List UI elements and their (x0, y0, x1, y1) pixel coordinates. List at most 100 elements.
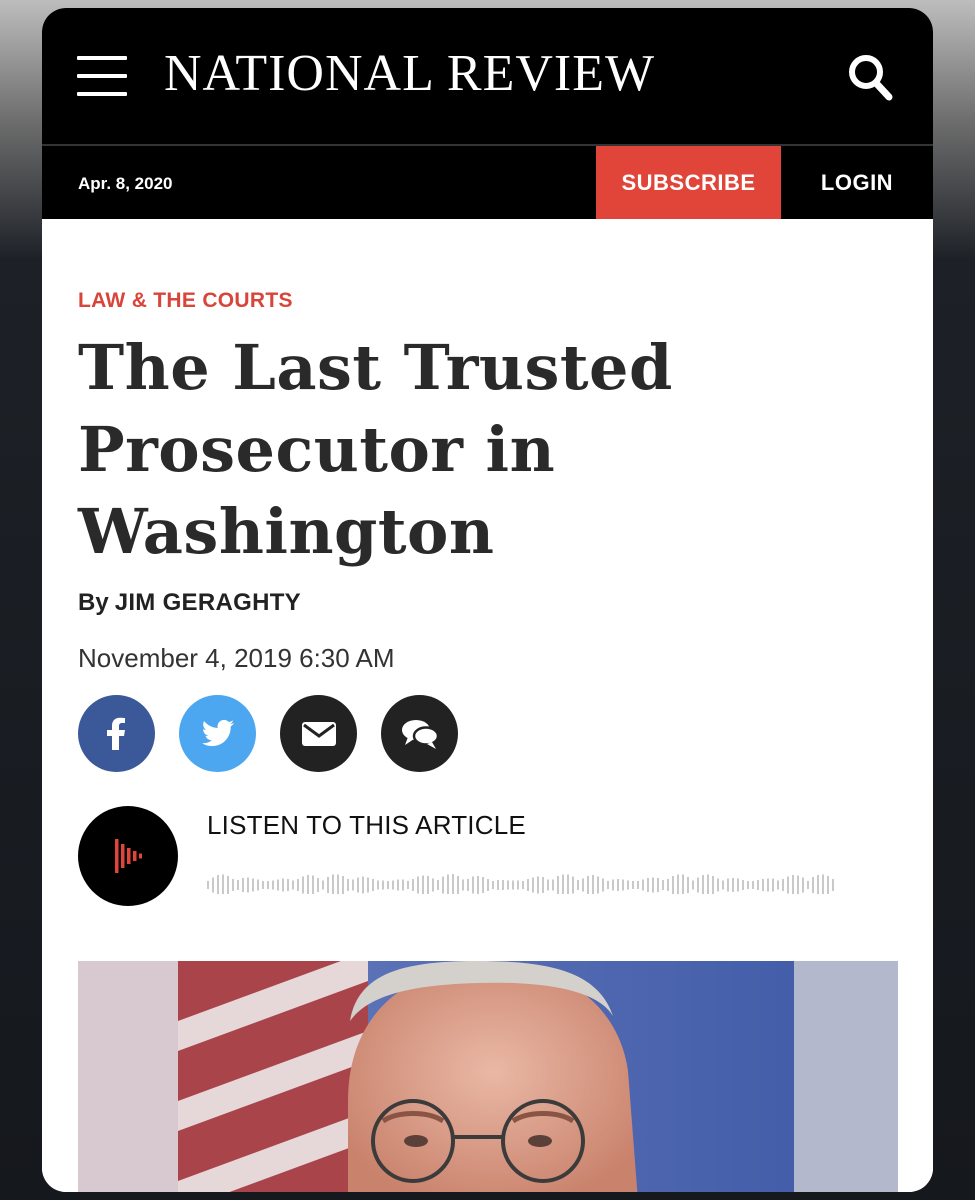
waveform-bar (422, 875, 424, 894)
email-share-button[interactable] (280, 695, 357, 772)
waveform-bar (832, 879, 834, 891)
waveform-bar (217, 875, 219, 894)
waveform-bar (697, 877, 699, 893)
waveform-bar (702, 875, 704, 894)
waveform-bar (207, 881, 209, 889)
waveform-bar (602, 878, 604, 892)
waveform-bar (522, 881, 524, 889)
waveform-bar (762, 879, 764, 891)
waveform-bar (547, 879, 549, 891)
audio-play-icon (115, 839, 142, 873)
waveform-bar (457, 876, 459, 894)
waveform-bar (512, 880, 514, 890)
waveform-bar (332, 874, 334, 894)
waveform-bar (627, 880, 629, 890)
publish-date: November 4, 2019 6:30 AM (78, 643, 395, 673)
waveform-bar (792, 875, 794, 894)
waveform-bar (402, 879, 404, 891)
waveform-bar (222, 874, 224, 894)
waveform-bar (737, 878, 739, 892)
waveform-bar (592, 875, 594, 894)
waveform-bar (757, 880, 759, 890)
twitter-share-button[interactable] (179, 695, 256, 772)
site-header: NATIONAL REVIEW (42, 8, 933, 144)
waveform-bar (557, 876, 559, 894)
waveform-bar (562, 874, 564, 894)
waveform-bar (447, 874, 449, 894)
waveform-bar (367, 877, 369, 893)
waveform-bar (812, 877, 814, 893)
waveform-bar (352, 879, 354, 891)
waveform-bar (802, 877, 804, 893)
waveform-bar (552, 879, 554, 891)
waveform-bar (667, 879, 669, 891)
byline: By JIM GERAGHTY (78, 589, 301, 617)
waveform-bar (527, 879, 529, 891)
facebook-share-button[interactable] (78, 695, 155, 772)
waveform-bar (532, 877, 534, 893)
waveform-bar (657, 878, 659, 892)
waveform-bar (272, 880, 274, 890)
waveform-bar (717, 878, 719, 892)
waveform-bar (677, 874, 679, 894)
waveform-bar (262, 881, 264, 889)
waveform-bar (292, 880, 294, 890)
login-button[interactable]: LOGIN (781, 146, 933, 219)
waveform-bar (237, 880, 239, 890)
waveform-bar (427, 876, 429, 894)
comments-icon (401, 719, 439, 749)
waveform-bar (257, 879, 259, 891)
waveform-bar (317, 878, 319, 892)
article-photo (78, 961, 898, 1192)
headline-line: The Last Trusted (78, 331, 673, 404)
waveform-bar (682, 874, 684, 894)
waveform-bar (572, 876, 574, 894)
waveform-bar (722, 880, 724, 890)
waveform-bar (672, 876, 674, 894)
waveform-bar (287, 879, 289, 891)
waveform-bar (462, 879, 464, 891)
waveform-bar (507, 880, 509, 890)
waveform-bar (797, 875, 799, 894)
twitter-icon (201, 719, 234, 746)
waveform-bar (807, 881, 809, 889)
article-category[interactable]: LAW & THE COURTS (78, 289, 293, 313)
waveform-bar (397, 879, 399, 891)
waveform-bar (642, 879, 644, 891)
waveform-bar (492, 881, 494, 889)
subscribe-button[interactable]: SUBSCRIBE (596, 146, 781, 219)
waveform-bar (377, 880, 379, 890)
waveform-bar (362, 876, 364, 894)
author-link[interactable]: JIM GERAGHTY (115, 589, 301, 616)
comments-button[interactable] (381, 695, 458, 772)
waveform-bar (467, 879, 469, 891)
headline-line: Prosecutor in (78, 413, 556, 486)
waveform-bar (392, 880, 394, 890)
waveform-bar (637, 881, 639, 889)
waveform-bar (382, 880, 384, 890)
article-headline: The Last Trusted Prosecutor in Washingto… (78, 327, 798, 573)
waveform-bar (612, 879, 614, 891)
search-icon[interactable] (846, 52, 894, 102)
waveform-bar (417, 876, 419, 894)
audio-play-button[interactable] (78, 806, 178, 906)
waveform-bar (582, 878, 584, 892)
waveform-bar (407, 881, 409, 889)
waveform-bar (472, 876, 474, 894)
waveform-bar (322, 880, 324, 890)
waveform-bar (452, 874, 454, 894)
waveform-bar (247, 877, 249, 893)
waveform-bar (647, 878, 649, 892)
byline-prefix: By (78, 589, 109, 616)
site-logo[interactable]: NATIONAL REVIEW (164, 44, 655, 103)
waveform-bar (732, 878, 734, 892)
hamburger-menu-icon[interactable] (77, 54, 129, 98)
waveform-bar (822, 874, 824, 894)
audio-waveform[interactable] (207, 864, 837, 894)
waveform-bar (357, 877, 359, 893)
waveform-bar (687, 877, 689, 893)
waveform-bar (777, 880, 779, 890)
waveform-bar (277, 879, 279, 891)
article-content: LAW & THE COURTS The Last Trusted Prosec… (42, 219, 933, 1192)
waveform-bar (442, 876, 444, 894)
